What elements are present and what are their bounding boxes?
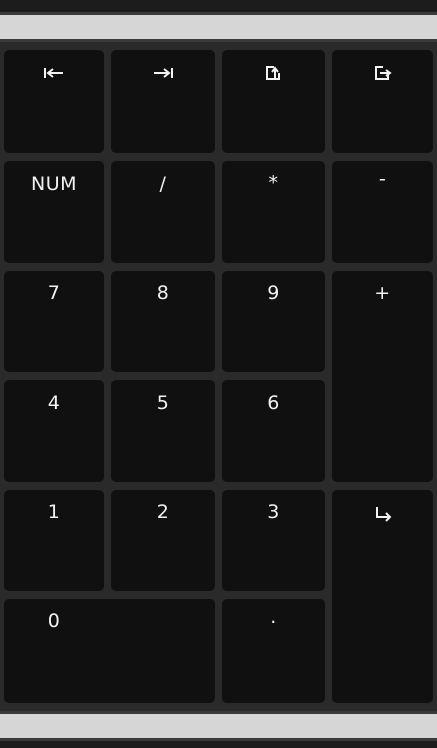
digit-6-key[interactable]: 6 [222, 380, 325, 482]
num-lock-key[interactable]: NUM [4, 161, 104, 263]
multiply-key[interactable]: * [222, 161, 325, 263]
digit-0-label: 0 [47, 610, 61, 632]
skip-to-start-icon [4, 62, 104, 82]
divide-label: / [159, 173, 167, 195]
digit-8-label: 8 [156, 282, 170, 304]
digit-6-label: 6 [267, 392, 280, 414]
divide-key[interactable]: / [111, 161, 215, 263]
digit-9-key[interactable]: 9 [222, 271, 325, 372]
numeric-keypad-panel: NUM / * - 7 8 9 + 4 5 6 1 2 3 0 . [0, 0, 437, 748]
digit-1-label: 1 [47, 501, 61, 523]
top-bar [0, 12, 437, 42]
digit-4-label: 4 [47, 392, 61, 414]
enter-arrow-icon [332, 503, 433, 524]
digit-3-label: 3 [267, 501, 280, 523]
page-up-key[interactable] [222, 50, 325, 153]
bottom-bar [0, 711, 437, 741]
digit-8-key[interactable]: 8 [111, 271, 215, 372]
home-key[interactable] [4, 50, 104, 153]
digit-4-key[interactable]: 4 [4, 380, 104, 482]
digit-0-key[interactable]: 0 [4, 599, 215, 703]
decimal-key[interactable]: . [222, 599, 325, 703]
digit-1-key[interactable]: 1 [4, 490, 104, 591]
top-edge [0, 0, 437, 12]
page-down-icon [332, 62, 433, 82]
page-up-icon [222, 62, 325, 82]
digit-9-label: 9 [267, 282, 280, 304]
minus-label: - [378, 168, 387, 190]
plus-key[interactable]: + [332, 271, 433, 482]
decimal-label: . [270, 606, 277, 628]
digit-2-key[interactable]: 2 [111, 490, 215, 591]
digit-7-label: 7 [47, 282, 61, 304]
enter-key[interactable] [332, 490, 433, 703]
num-lock-label: NUM [30, 173, 77, 195]
digit-5-key[interactable]: 5 [111, 380, 215, 482]
digit-3-key[interactable]: 3 [222, 490, 325, 591]
multiply-label: * [268, 172, 279, 194]
skip-to-end-icon [111, 62, 215, 82]
bottom-edge [0, 741, 437, 748]
page-down-key[interactable] [332, 50, 433, 153]
end-key[interactable] [111, 50, 215, 153]
digit-2-label: 2 [156, 501, 170, 523]
digit-5-label: 5 [156, 392, 170, 414]
plus-label: + [374, 282, 391, 304]
minus-key[interactable]: - [332, 161, 433, 263]
digit-7-key[interactable]: 7 [4, 271, 104, 372]
